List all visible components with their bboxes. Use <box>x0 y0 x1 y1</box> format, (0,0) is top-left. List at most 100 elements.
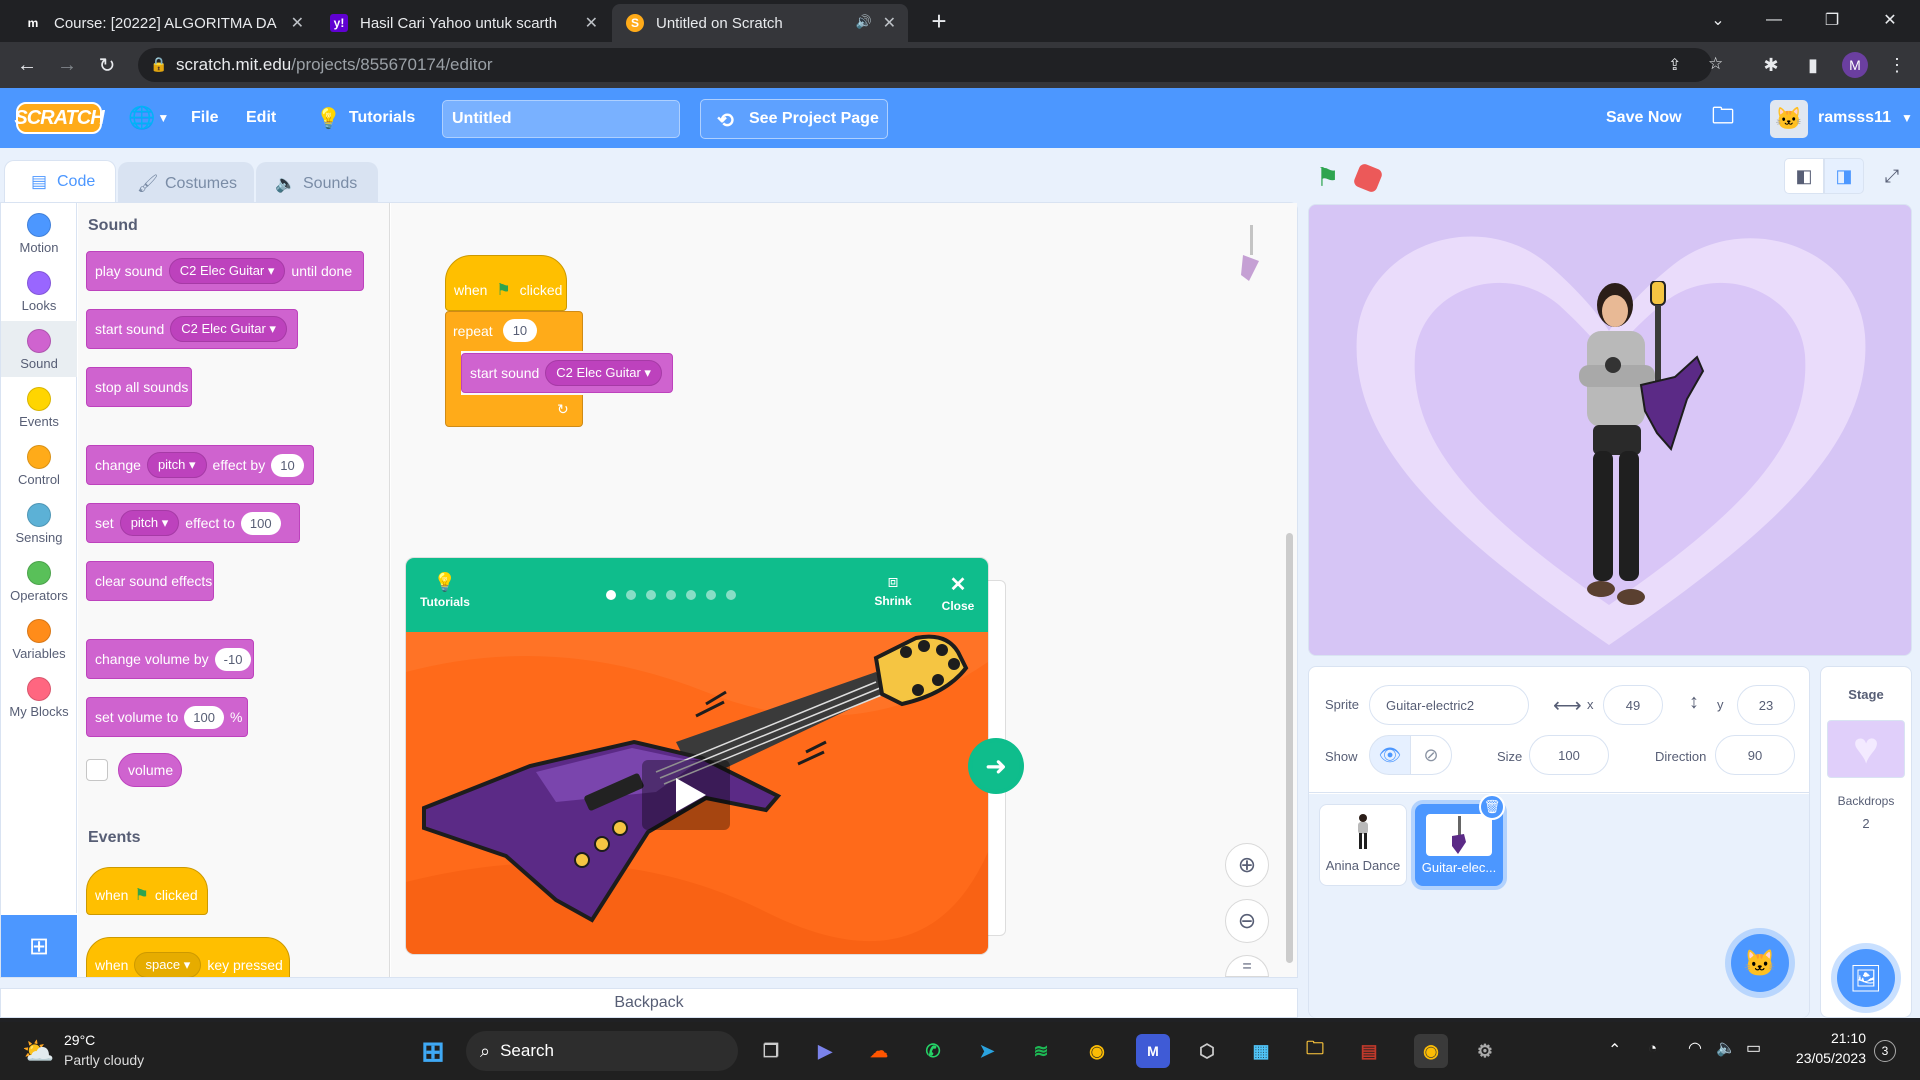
sprite-thumb-anina-dance[interactable]: Anina Dance <box>1319 804 1407 886</box>
back-icon[interactable]: ← <box>14 52 40 78</box>
workspace-scrollbar[interactable] <box>1286 533 1293 963</box>
change-volume-block[interactable]: change volume by -10 <box>86 639 254 679</box>
tutorial-card[interactable]: 💡 Tutorials ⧈ Shrink ✕ Close <box>406 558 988 954</box>
start-sound-script-block[interactable]: start sound C2 Elec Guitar ▾ <box>461 353 673 393</box>
telegram-icon[interactable]: ➤ <box>970 1034 1004 1068</box>
change-effect-block[interactable]: change pitch ▾ effect by 10 <box>86 445 314 485</box>
direction-input[interactable]: 90 <box>1715 735 1795 775</box>
category-my-blocks[interactable]: My Blocks <box>1 669 77 725</box>
category-sound[interactable]: Sound <box>1 321 77 377</box>
settings-icon[interactable]: ⚙ <box>1468 1034 1502 1068</box>
choose-backdrop-button[interactable]: 🖼 <box>1837 949 1895 1007</box>
bookmark-star-icon[interactable]: ☆ <box>1708 54 1723 74</box>
see-project-page-button[interactable]: ⟲ See Project Page <box>700 99 888 139</box>
start-sound-block[interactable]: start sound C2 Elec Guitar ▾ <box>86 309 298 349</box>
file-menu[interactable]: File <box>191 88 219 148</box>
account-menu[interactable]: ramsss11 ▼ <box>1818 88 1913 148</box>
battery-icon[interactable]: ▭ <box>1746 1038 1761 1058</box>
reload-icon[interactable]: ↻ <box>94 52 120 78</box>
close-tab-icon[interactable]: ✕ <box>291 13 304 33</box>
chrome-profile-icon[interactable]: ◉ <box>1414 1034 1448 1068</box>
spotify-icon[interactable]: ≋ <box>1024 1034 1058 1068</box>
fullscreen-button[interactable]: ⤢ <box>1872 158 1912 194</box>
shrink-button[interactable]: ⧈ Shrink <box>870 572 916 608</box>
category-events[interactable]: Events <box>1 379 77 435</box>
edit-menu[interactable]: Edit <box>246 88 276 148</box>
restore-button[interactable]: ❐ <box>1810 6 1854 34</box>
when-flag-clicked-script-block[interactable]: when ⚑ clicked <box>445 255 567 311</box>
meet-icon[interactable]: ▶ <box>808 1034 842 1068</box>
close-window-button[interactable]: ✕ <box>1868 6 1912 34</box>
effect-dropdown[interactable]: pitch ▾ <box>146 452 207 478</box>
category-variables[interactable]: Variables <box>1 611 77 667</box>
step-dot[interactable] <box>646 590 656 600</box>
category-sensing[interactable]: Sensing <box>1 495 77 551</box>
hide-button[interactable]: ⊘ <box>1410 735 1452 775</box>
set-volume-block[interactable]: set volume to 100 % <box>86 697 248 737</box>
sound-dropdown[interactable]: C2 Elec Guitar ▾ <box>170 316 287 342</box>
step-dot[interactable] <box>666 590 676 600</box>
vscode-like-icon[interactable]: M <box>1136 1034 1170 1068</box>
browser-tab-scratch[interactable]: S Untitled on Scratch 🔊 ✕ <box>612 4 908 42</box>
language-menu[interactable]: 🌐 ▼ <box>128 88 169 148</box>
step-dot[interactable] <box>706 590 716 600</box>
save-now-button[interactable]: Save Now <box>1606 88 1682 148</box>
sprite-name-input[interactable]: Guitar-electric2 <box>1369 685 1529 725</box>
green-flag-button[interactable]: ⚑ <box>1316 162 1339 193</box>
profile-avatar[interactable]: M <box>1842 52 1868 78</box>
stage-target-panel[interactable]: Stage ♥ Backdrops 2 🖼 <box>1820 666 1912 1018</box>
task-view-icon[interactable]: ❐ <box>754 1034 788 1068</box>
minimize-button[interactable]: — <box>1752 6 1796 34</box>
tray-status-icon[interactable]: ◔ <box>1648 1040 1657 1057</box>
weather-widget[interactable]: ⛅ 29°C Partly cloudy <box>22 1030 172 1074</box>
zoom-in-button[interactable]: ⊕ <box>1225 843 1269 887</box>
volume-change-input[interactable]: -10 <box>214 647 252 671</box>
effect-set-input[interactable]: 100 <box>240 511 281 535</box>
choose-sprite-button[interactable]: 🐱 <box>1731 934 1789 992</box>
small-stage-button[interactable]: ◧ <box>1784 158 1824 194</box>
sound-dropdown[interactable]: C2 Elec Guitar ▾ <box>168 258 286 284</box>
taskbar-search[interactable]: ⌕ Search <box>466 1031 738 1071</box>
user-avatar[interactable]: 🐱 <box>1770 100 1808 138</box>
stop-all-sounds-block[interactable]: stop all sounds <box>86 367 192 407</box>
soundcloud-icon[interactable]: ☁ <box>862 1034 896 1068</box>
delete-sprite-icon[interactable]: 🗑 <box>1479 794 1505 820</box>
side-panel-icon[interactable]: ▮ <box>1800 52 1826 78</box>
tutorials-button[interactable]: 💡 Tutorials <box>420 572 470 609</box>
repeat-count-input[interactable]: 10 <box>502 319 538 342</box>
step-dot[interactable] <box>726 590 736 600</box>
zoom-out-button[interactable]: ⊖ <box>1225 899 1269 943</box>
large-stage-button[interactable]: ◨ <box>1824 158 1864 194</box>
whatsapp-icon[interactable]: ✆ <box>916 1034 950 1068</box>
tab-sounds[interactable]: 🔈 Sounds <box>256 162 378 204</box>
file-explorer-icon[interactable]: 🗀 <box>1298 1034 1332 1068</box>
browser-tab-yahoo[interactable]: y! Hasil Cari Yahoo untuk scarth ✕ <box>316 4 610 42</box>
sprite-thumb-guitar-electric2[interactable]: 🗑 Guitar-elec... <box>1415 794 1505 886</box>
category-control[interactable]: Control <box>1 437 77 493</box>
project-title-input[interactable]: Untitled <box>442 100 680 138</box>
effect-change-input[interactable]: 10 <box>271 453 304 477</box>
lock-icon[interactable]: 🔒 <box>150 56 167 73</box>
new-tab-button[interactable]: + <box>922 4 956 38</box>
category-looks[interactable]: Looks <box>1 263 77 319</box>
address-bar[interactable]: 🔒 scratch.mit.edu/projects/855670174/edi… <box>138 48 1723 82</box>
tutorial-video[interactable] <box>406 632 988 954</box>
stage-canvas[interactable] <box>1308 204 1912 656</box>
unity-icon[interactable]: ⬡ <box>1190 1034 1224 1068</box>
effect-dropdown[interactable]: pitch ▾ <box>119 510 180 536</box>
scratch-logo[interactable]: SCRATCH <box>14 102 105 134</box>
tutorials-menu[interactable]: 💡 Tutorials <box>316 88 415 148</box>
clock[interactable]: 21:10 23/05/2023 <box>1786 1030 1866 1066</box>
browser-tab-course[interactable]: m Course: [20222] ALGORITMA DA ✕ <box>10 4 316 42</box>
guitar-electric2-sprite[interactable] <box>1627 281 1707 461</box>
step-dot[interactable] <box>686 590 696 600</box>
y-input[interactable]: 23 <box>1737 685 1795 725</box>
store-icon[interactable]: ▦ <box>1244 1034 1278 1068</box>
key-dropdown[interactable]: space ▾ <box>134 952 202 977</box>
step-dot[interactable] <box>606 590 616 600</box>
step-dot[interactable] <box>626 590 636 600</box>
category-operators[interactable]: Operators <box>1 553 77 609</box>
x-input[interactable]: 49 <box>1603 685 1663 725</box>
menu-kebab-icon[interactable]: ⋮ <box>1884 52 1910 78</box>
volume-monitor-checkbox[interactable] <box>86 759 108 781</box>
